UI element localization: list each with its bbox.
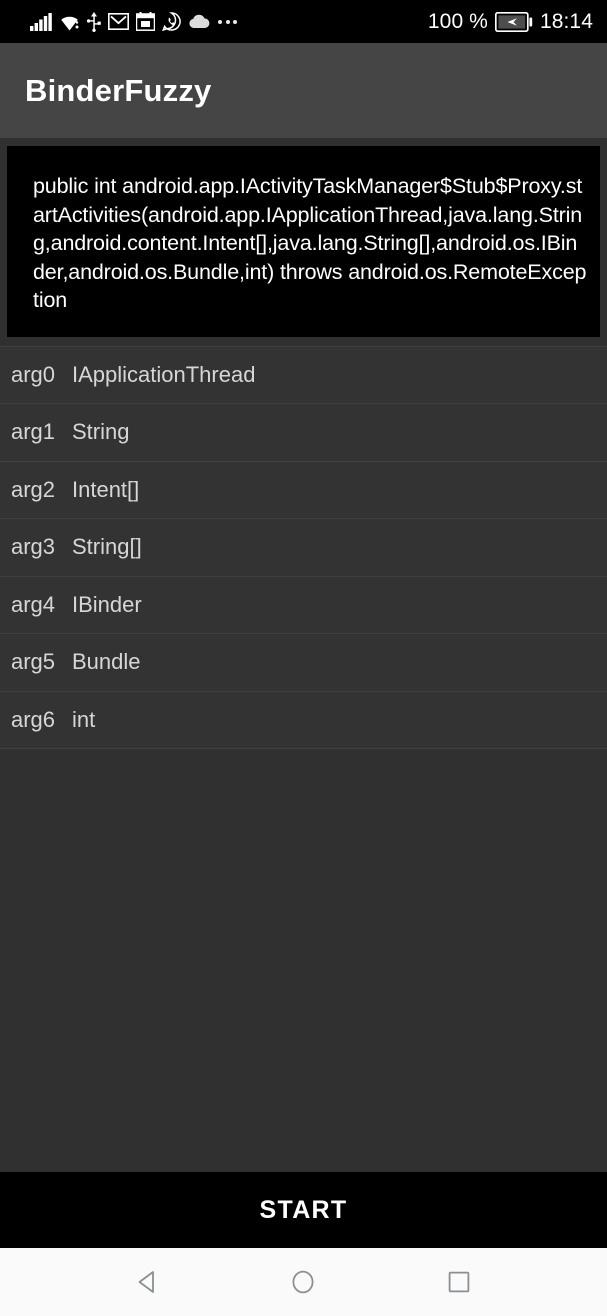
calendar-icon [136,12,155,31]
main-content: public int android.app.IActivityTaskMana… [0,138,607,1172]
recents-square-icon[interactable] [429,1252,489,1312]
arg-key-label: arg3 [0,534,72,560]
empty-list-area [0,749,607,1172]
table-row[interactable]: arg1 String [0,404,607,462]
arg-type-label: IApplicationThread [72,362,255,388]
home-circle-icon[interactable] [273,1252,333,1312]
arg-type-label: Intent[] [72,477,139,503]
battery-percent-label: 100 % [428,10,488,34]
arg-type-label: String [72,419,129,445]
arg-key-label: arg2 [0,477,72,503]
arg-key-label: arg0 [0,362,72,388]
arg-key-label: arg5 [0,649,72,675]
app-bar: BinderFuzzy [0,43,607,138]
arg-type-label: IBinder [72,592,142,618]
battery-charging-icon [495,12,533,32]
status-bar-right: 100 % 18:14 [428,10,593,34]
arg-type-label: int [72,707,95,733]
arg-key-label: arg6 [0,707,72,733]
phone-screen: 100 % 18:14 BinderFuzzy public int andro… [0,0,607,1316]
arg-type-label: Bundle [72,649,141,675]
arg-key-label: arg1 [0,419,72,445]
table-row[interactable]: arg4 IBinder [0,577,607,635]
back-triangle-icon[interactable] [118,1252,178,1312]
usb-icon [87,12,101,32]
system-navigation-bar [0,1248,607,1316]
table-row[interactable]: arg3 String[] [0,519,607,577]
cloud-icon [188,14,210,29]
table-row[interactable]: arg0 IApplicationThread [0,347,607,405]
app-title: BinderFuzzy [25,73,212,109]
argument-list: arg0 IApplicationThread arg1 String arg2… [0,346,607,750]
table-row[interactable]: arg5 Bundle [0,634,607,692]
overflow-dots-icon [218,20,237,24]
signal-bars-icon [30,13,52,31]
method-signature-box: public int android.app.IActivityTaskMana… [7,146,600,337]
table-row[interactable]: arg2 Intent[] [0,462,607,520]
whatsapp-icon [162,12,181,31]
start-button[interactable]: START [0,1172,607,1248]
arg-type-label: String[] [72,534,142,560]
arg-key-label: arg4 [0,592,72,618]
status-bar-icons [30,12,237,32]
clock-label: 18:14 [540,10,593,34]
wifi-icon [59,13,80,31]
gmail-icon [108,13,129,30]
status-bar: 100 % 18:14 [0,0,607,43]
table-row[interactable]: arg6 int [0,692,607,750]
